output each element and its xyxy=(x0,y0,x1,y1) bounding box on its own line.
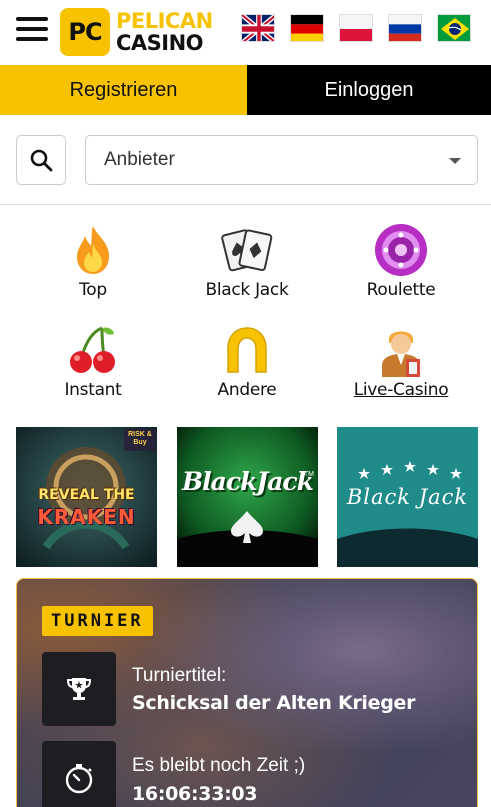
category-black-jack[interactable]: Black Jack xyxy=(177,222,317,300)
game-tile-black-jack-blue[interactable]: Black Jack xyxy=(337,427,478,567)
category-label: Roulette xyxy=(366,280,436,300)
search-button[interactable] xyxy=(16,135,66,185)
provider-select[interactable]: Anbieter xyxy=(85,135,478,185)
game-tile-blackjack-green[interactable]: BlackJack TM xyxy=(177,427,318,567)
game-title-line1: REVEAL THE xyxy=(38,487,135,503)
category-label: Live-Casino xyxy=(353,380,449,400)
tournament-badge: TURNIER xyxy=(42,606,153,636)
german-flag-icon[interactable] xyxy=(290,14,324,42)
trophy-icon xyxy=(42,652,116,726)
category-label: Black Jack xyxy=(205,280,289,300)
playing-cards-icon xyxy=(219,222,275,278)
category-instant[interactable]: Instant xyxy=(23,322,163,400)
russian-flag-icon[interactable] xyxy=(388,14,422,42)
game-title-line2: KRAKEN xyxy=(37,505,136,529)
category-andere[interactable]: Andere xyxy=(177,322,317,400)
header: PC PELICAN CASINO xyxy=(0,0,491,65)
category-label: Top xyxy=(79,280,107,300)
category-live-casino[interactable]: Live-Casino xyxy=(331,322,471,400)
search-icon xyxy=(30,149,53,172)
category-roulette[interactable]: Roulette xyxy=(331,222,471,300)
game-title: BlackJack xyxy=(182,467,314,496)
menu-icon[interactable] xyxy=(16,17,48,41)
tournament-time-label: Es bleibt noch Zeit ;) xyxy=(132,755,306,776)
divider xyxy=(0,204,491,205)
auth-bar: Registrieren Einloggen xyxy=(0,65,491,115)
stopwatch-icon xyxy=(42,741,116,807)
login-button[interactable]: Einloggen xyxy=(247,65,491,115)
game-badge: RISK & Buy xyxy=(128,431,152,446)
game-tile-reveal-the-kraken[interactable]: RISK & Buy REVEAL THE KRAKEN xyxy=(16,427,157,567)
register-button[interactable]: Registrieren xyxy=(0,65,247,115)
dealer-icon xyxy=(373,322,429,378)
polish-flag-icon[interactable] xyxy=(339,14,373,42)
brazil-flag-icon[interactable] xyxy=(437,14,471,42)
horseshoe-icon xyxy=(219,322,275,378)
tournament-title-label: Turniertitel: xyxy=(132,665,227,686)
game-trademark: TM xyxy=(303,471,314,478)
category-label: Instant xyxy=(64,380,122,400)
tournament-card[interactable]: TURNIER Turniertitel: Schicksal der Alte… xyxy=(16,578,478,807)
tournament-title-value: Schicksal der Alten Krieger xyxy=(132,692,416,714)
brand-line1: PELICAN xyxy=(116,9,213,33)
cherries-icon xyxy=(65,322,121,378)
language-selector xyxy=(241,14,471,42)
game-title: Black Jack xyxy=(346,485,469,509)
provider-select-value: Anbieter xyxy=(104,149,175,170)
roulette-icon xyxy=(373,222,429,278)
filter-row: Anbieter xyxy=(16,135,478,185)
tournament-time-value: 16:06:33:03 xyxy=(132,783,258,805)
english-flag-icon[interactable] xyxy=(241,14,275,42)
chevron-down-icon xyxy=(449,158,461,164)
logo-badge: PC xyxy=(60,8,110,56)
logo-text: PELICAN CASINO xyxy=(116,10,213,54)
logo[interactable]: PC PELICAN CASINO xyxy=(60,7,213,57)
flame-icon xyxy=(65,222,121,278)
category-top[interactable]: Top xyxy=(23,222,163,300)
category-label: Andere xyxy=(217,380,277,400)
brand-line2: CASINO xyxy=(116,31,204,55)
